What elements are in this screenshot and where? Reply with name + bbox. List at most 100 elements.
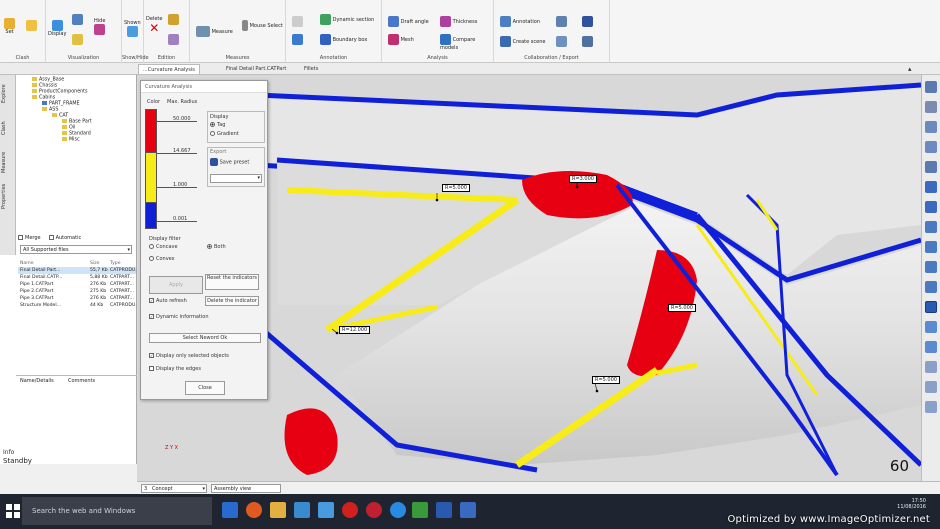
dynamic-section-button[interactable]: Dynamic section xyxy=(320,14,374,25)
radius-annotation[interactable]: R=3.000 xyxy=(569,175,597,183)
close-button[interactable]: Close xyxy=(185,381,225,395)
zoom-icon[interactable] xyxy=(925,101,937,113)
file-type-select[interactable]: All Supported files ▾ xyxy=(20,245,132,254)
tree-item[interactable]: Misc xyxy=(18,137,135,143)
file-explorer-icon[interactable] xyxy=(270,502,286,518)
draft-angle-button[interactable]: Draft angle xyxy=(388,16,429,27)
app-icon[interactable] xyxy=(318,502,334,518)
taskbar-search-input[interactable]: Search the web and Windows xyxy=(22,497,212,525)
vtab-measure[interactable]: Measure xyxy=(1,147,15,177)
save-export-button[interactable] xyxy=(582,16,593,27)
file-row[interactable]: Pipe 1.CATPart 276 Kb CATPART... xyxy=(18,281,136,288)
preset-select[interactable]: ▾ xyxy=(210,174,262,183)
view-side-icon[interactable] xyxy=(925,261,937,273)
edit-top-button[interactable] xyxy=(168,14,179,25)
pan-icon[interactable] xyxy=(925,161,937,173)
file-row[interactable]: Pipe 2.CATPart 275 Kb CATPART... xyxy=(18,288,136,295)
radius-annotation[interactable]: R=12.000 xyxy=(339,326,371,334)
view-active-icon[interactable] xyxy=(925,301,937,313)
view-bottom-icon[interactable] xyxy=(925,321,937,333)
radio-tag[interactable] xyxy=(210,122,215,127)
scale-value-max[interactable]: 50.000 xyxy=(173,116,191,122)
delete-indicator-button[interactable]: Delete the indicator xyxy=(205,296,259,306)
zoom-in-icon[interactable] xyxy=(925,121,937,133)
mouse-select-button[interactable]: Mouse Select xyxy=(242,20,283,31)
compare-models-button[interactable]: Compare models xyxy=(440,34,493,51)
print-button[interactable] xyxy=(582,36,593,47)
capture-button[interactable] xyxy=(556,16,567,27)
file-row[interactable]: Final Detail.CATP... 5,88 Kb CATPART... xyxy=(18,274,136,281)
select-all-button[interactable]: Select Neword Ok xyxy=(149,333,261,343)
display-edges-option[interactable]: Display the edges xyxy=(149,366,201,372)
share-button[interactable] xyxy=(556,36,567,47)
dynamic-info-checkbox[interactable]: ✓ xyxy=(149,314,154,319)
view-fit-icon[interactable] xyxy=(925,81,937,93)
hide-button[interactable]: Hide xyxy=(94,18,105,35)
layout-icon[interactable] xyxy=(925,361,937,373)
scale-value[interactable]: 14.667 xyxy=(173,148,191,154)
color-button[interactable] xyxy=(72,34,83,45)
view-select[interactable]: Assembly view xyxy=(211,484,281,493)
view-left-icon[interactable] xyxy=(925,341,937,353)
tab-fillets[interactable]: Fillets xyxy=(300,64,322,74)
clash-open-button[interactable] xyxy=(26,20,37,31)
paint-button[interactable] xyxy=(72,14,83,25)
auto-refresh-checkbox[interactable]: ✓ xyxy=(149,298,154,303)
view-front-icon[interactable] xyxy=(925,221,937,233)
display-gradient-option[interactable]: Gradient xyxy=(210,131,239,137)
create-scene-button[interactable]: Create scene xyxy=(500,36,545,47)
firefox-icon[interactable] xyxy=(246,502,262,518)
radius-annotation[interactable]: R=5.000 xyxy=(592,376,620,384)
filter-concave-option[interactable]: Concave xyxy=(149,244,178,250)
taskbar-clock[interactable]: 17:50 11/08/2016 xyxy=(897,498,926,510)
tab-final-detail-part[interactable]: Final Detail Part.CATPart xyxy=(222,64,290,74)
auto-refresh-option[interactable]: ✓ Auto refresh xyxy=(149,298,187,304)
rotate-icon[interactable] xyxy=(925,181,937,193)
scale-value-min[interactable]: 0.001 xyxy=(173,216,187,222)
grid-icon[interactable] xyxy=(925,401,937,413)
abc-annot-button[interactable] xyxy=(292,34,303,45)
px-app-icon[interactable] xyxy=(412,502,428,518)
edit-bottom-button[interactable] xyxy=(168,34,179,45)
app-icon[interactable] xyxy=(460,502,476,518)
merge-checkbox[interactable] xyxy=(18,235,23,240)
level-select[interactable]: 3 Concept ▾ xyxy=(141,484,207,493)
split-view-icon[interactable] xyxy=(925,381,937,393)
word-icon[interactable] xyxy=(436,502,452,518)
annotation-button[interactable]: Annotation xyxy=(500,16,540,27)
radio-convex[interactable] xyxy=(149,256,154,261)
automatic-checkbox[interactable] xyxy=(48,235,54,240)
display-only-selected-checkbox[interactable]: ✓ xyxy=(149,353,154,358)
app-red-icon[interactable] xyxy=(366,502,382,518)
shown-button[interactable]: Shown xyxy=(124,20,141,37)
radio-gradient[interactable] xyxy=(210,131,215,136)
view-top-icon[interactable] xyxy=(925,241,937,253)
radio-both[interactable] xyxy=(207,244,212,249)
view-iso-icon[interactable] xyxy=(925,201,937,213)
vtab-properties[interactable]: Properties xyxy=(1,181,15,211)
filter-convex-option[interactable]: Convex xyxy=(149,256,175,262)
display-tag-option[interactable]: Tag xyxy=(210,122,225,128)
view-back-icon[interactable] xyxy=(925,281,937,293)
radio-concave[interactable] xyxy=(149,244,154,249)
measure-button[interactable]: Measure xyxy=(196,26,233,37)
file-row[interactable]: Final Detail Part... 55,7 Kb CATPRODU... xyxy=(18,267,140,274)
vtab-explore[interactable]: Explore xyxy=(1,79,15,109)
reset-indicators-button[interactable]: Reset the indicators xyxy=(205,274,259,290)
radius-annotation[interactable]: R=5.000 xyxy=(668,304,696,312)
mesh-button[interactable]: Mesh xyxy=(388,34,414,45)
text-annot-button[interactable] xyxy=(292,16,303,27)
delete-button[interactable]: Delete ✕ xyxy=(146,16,162,34)
tabstrip-menu-icon[interactable]: ▴ xyxy=(904,64,916,74)
app-red-icon[interactable] xyxy=(342,502,358,518)
display-button[interactable]: Display xyxy=(48,20,66,37)
color-scale-bar[interactable] xyxy=(145,109,157,229)
zoom-out-icon[interactable] xyxy=(925,141,937,153)
radius-annotation[interactable]: R=5.000 xyxy=(442,184,470,192)
app-icon[interactable] xyxy=(294,502,310,518)
scale-value[interactable]: 1.000 xyxy=(173,182,187,188)
set-button[interactable]: Set xyxy=(4,18,15,35)
skype-icon[interactable] xyxy=(390,502,406,518)
file-row[interactable]: Pipe 3.CATPart 276 Kb CATPART... xyxy=(18,295,136,302)
display-only-selected-option[interactable]: ✓ Display only selected objects xyxy=(149,353,229,359)
